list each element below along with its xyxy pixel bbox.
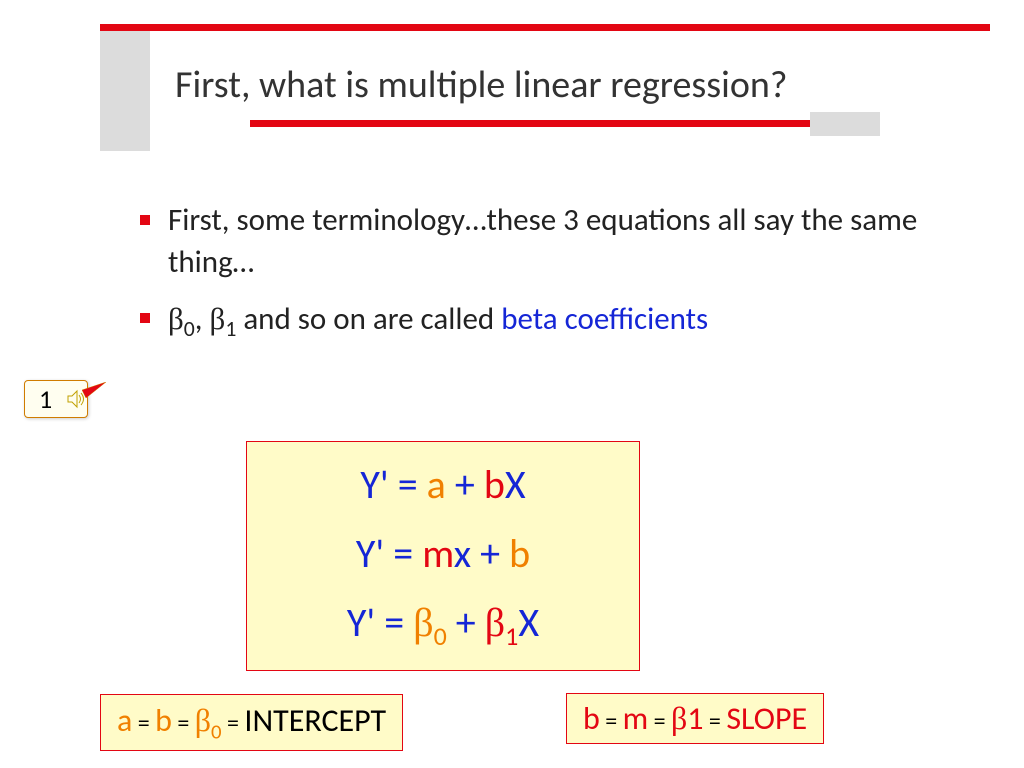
eq2-m: m bbox=[422, 529, 454, 578]
mid-red-bar bbox=[250, 120, 810, 127]
gray-block-left bbox=[100, 31, 150, 151]
br-eq3: = bbox=[704, 707, 727, 736]
br-m: m bbox=[623, 699, 649, 738]
term-beta-coefficients: beta coefficients bbox=[501, 300, 708, 338]
equations-box: Y' = a + bX Y' = mx + b Y' = β0 + β1X bbox=[246, 441, 640, 671]
eq3-y: Y' = bbox=[347, 598, 413, 647]
br-one: 1 bbox=[687, 699, 703, 738]
speaker-icon bbox=[66, 388, 88, 410]
bullet-1-text: First, some terminology…these 3 equation… bbox=[168, 200, 960, 284]
br-beta: β bbox=[671, 700, 687, 736]
bl-intercept: INTERCEPT bbox=[244, 701, 386, 740]
bl-beta: β bbox=[195, 702, 211, 738]
eq1-plus: + bbox=[446, 460, 484, 509]
eq2-y: Y' = bbox=[356, 529, 422, 578]
eq3-b1: β bbox=[485, 600, 505, 645]
eq1-x: X bbox=[505, 460, 526, 509]
bullet-marker-icon bbox=[140, 313, 150, 323]
bullet-2: β0, β1 and so on are called beta coeffic… bbox=[140, 298, 960, 343]
callout-label: 1 bbox=[39, 383, 52, 415]
beta-glyph: β bbox=[168, 301, 184, 336]
equation-1: Y' = a + bX bbox=[360, 460, 525, 509]
bullet-list: First, some terminology…these 3 equation… bbox=[140, 200, 960, 357]
bullet-2-text: β0, β1 and so on are called beta coeffic… bbox=[168, 298, 708, 343]
eq1-b: b bbox=[484, 460, 505, 509]
eq3-b0: β bbox=[413, 600, 433, 645]
eq3-one: 1 bbox=[505, 620, 518, 652]
top-red-bar bbox=[100, 24, 990, 31]
intercept-box: a = b = β0 = INTERCEPT bbox=[100, 694, 403, 751]
beta-glyph: β bbox=[210, 301, 226, 336]
eq1-y: Y' = bbox=[360, 460, 426, 509]
slope-box: b = m = β1 = SLOPE bbox=[566, 693, 824, 744]
bl-a: a bbox=[117, 701, 132, 740]
sub-1: 1 bbox=[225, 315, 236, 342]
bullet-1: First, some terminology…these 3 equation… bbox=[140, 200, 960, 284]
bullet-marker-icon bbox=[140, 215, 150, 225]
comma: , bbox=[195, 300, 210, 338]
br-slope: SLOPE bbox=[726, 699, 807, 738]
sub-0: 0 bbox=[184, 315, 195, 342]
gray-block-right bbox=[810, 112, 880, 136]
eq1-a: a bbox=[427, 460, 446, 509]
eq3-plus: + bbox=[447, 598, 485, 647]
bullet-2-mid: and so on are called bbox=[236, 300, 501, 338]
eq3-zero: 0 bbox=[434, 620, 447, 652]
eq2-plus: + bbox=[471, 529, 509, 578]
bl-zero: 0 bbox=[211, 718, 222, 744]
bl-eq1: = bbox=[132, 709, 155, 738]
br-eq1: = bbox=[600, 707, 623, 736]
slide-title: First, what is multiple linear regressio… bbox=[175, 62, 788, 108]
eq2-b: b bbox=[509, 529, 530, 578]
bl-eq2: = bbox=[172, 709, 195, 738]
equation-3: Y' = β0 + β1X bbox=[347, 598, 539, 652]
br-eq2: = bbox=[648, 707, 671, 736]
eq2-x: x bbox=[454, 529, 471, 578]
br-b: b bbox=[583, 699, 600, 738]
bl-b: b bbox=[155, 701, 172, 740]
bl-eq3: = bbox=[222, 709, 245, 738]
equation-2: Y' = mx + b bbox=[356, 529, 530, 578]
eq3-x: X bbox=[518, 598, 539, 647]
